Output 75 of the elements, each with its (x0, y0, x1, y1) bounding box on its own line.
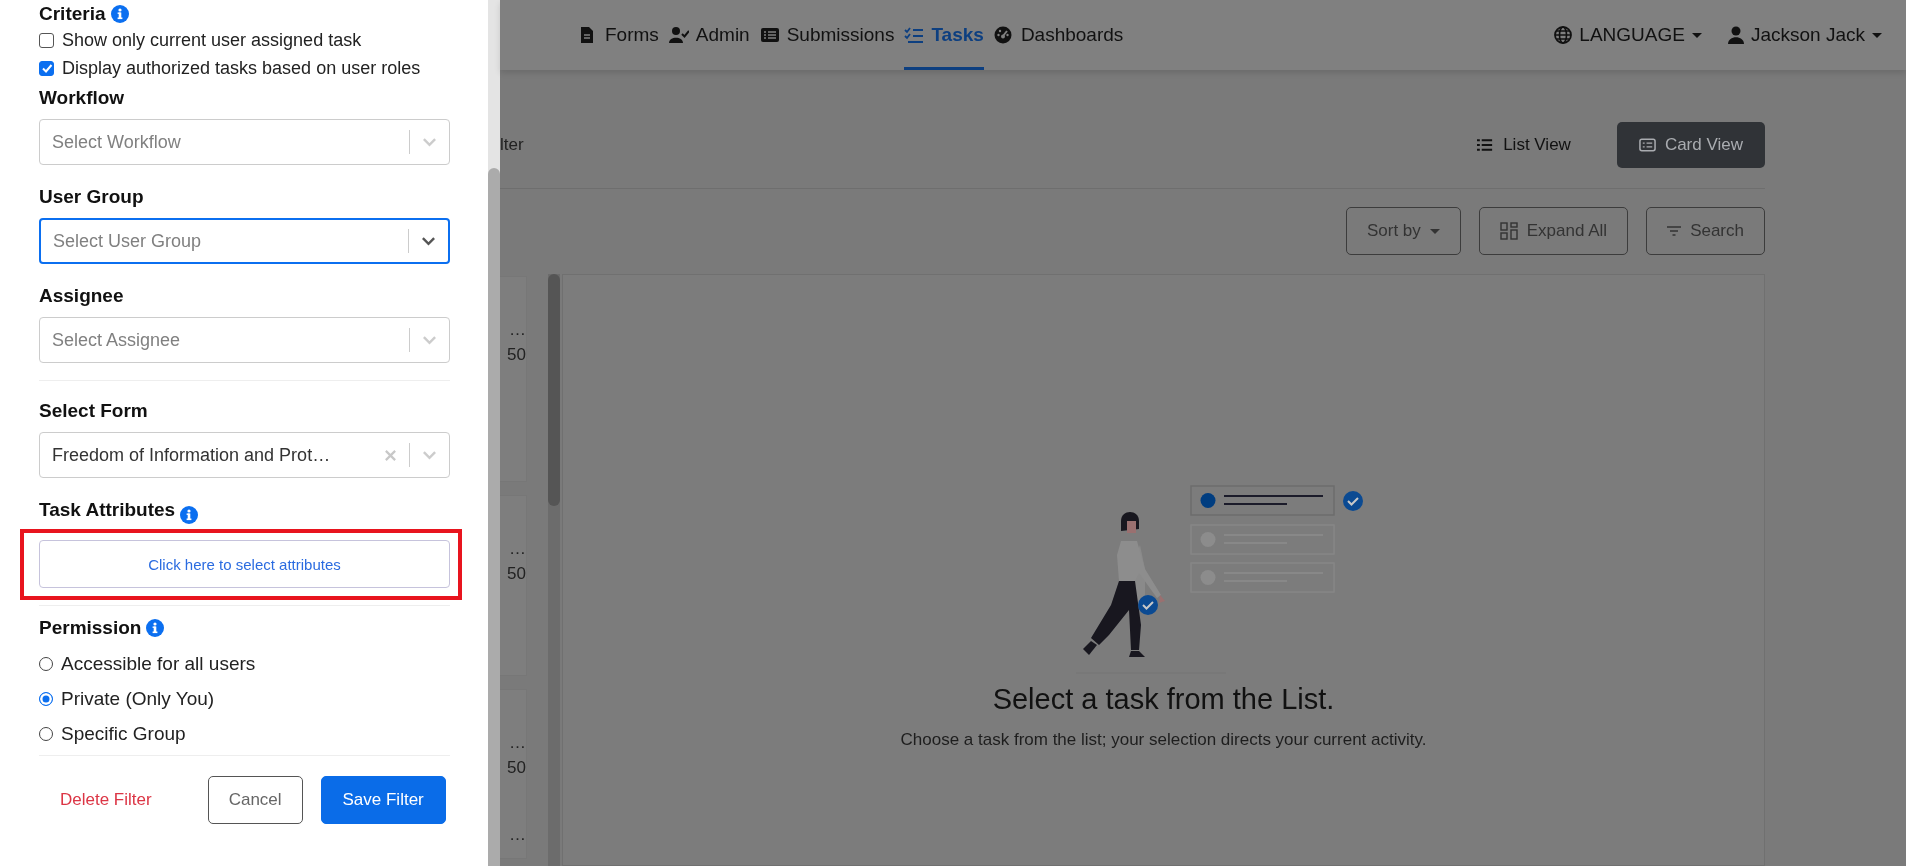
card-text: … (509, 732, 526, 754)
chevron-down-icon (421, 236, 436, 246)
scrollbar-thumb[interactable] (548, 274, 560, 506)
view-toggle-button[interactable]: Card View (1616, 122, 1765, 168)
select-field[interactable]: Freedom of Information and Prot… (39, 432, 450, 478)
list-icon (759, 26, 780, 44)
nav-link[interactable]: Tasks (904, 0, 984, 70)
clear-icon (384, 448, 397, 462)
delete-filter-link[interactable]: Delete Filter (60, 776, 152, 824)
toolbar-button[interactable]: Sort by (1345, 207, 1461, 255)
info-icon (180, 505, 199, 524)
card-text: 50 (507, 344, 526, 366)
caret-icon (1429, 228, 1440, 234)
nav-link[interactable]: Submissions (759, 0, 895, 70)
select-field[interactable]: Select User Group (39, 218, 450, 264)
nav-link[interactable]: Admin (668, 0, 750, 70)
card-text: 50 (507, 563, 526, 585)
field-label: Workflow (39, 86, 126, 110)
card-text: … (509, 538, 526, 560)
field-label: User Group (39, 185, 145, 209)
card-text: … (509, 319, 526, 341)
field-label: Select Form (39, 399, 149, 423)
task-card[interactable]: … 50 … (500, 689, 527, 859)
field-label: Assignee (39, 284, 125, 308)
user-icon (1727, 26, 1744, 44)
toolbar-button[interactable]: Expand All (1478, 207, 1629, 255)
caret-icon (1691, 32, 1702, 38)
task-card[interactable]: … 50 (500, 495, 527, 676)
card-text: … (509, 824, 526, 846)
card-list-icon (1638, 138, 1656, 152)
scrollbar[interactable] (488, 0, 500, 866)
chevron-down-icon (422, 137, 437, 147)
radio-button[interactable] (39, 656, 53, 671)
toolbar-button[interactable]: Search (1646, 207, 1765, 255)
scrollbar[interactable] (548, 274, 560, 866)
user-menu[interactable]: Jackson Jack (1727, 0, 1882, 70)
chevron-down-icon (422, 335, 437, 345)
checkbox-label: Show only current user assigned task (62, 29, 362, 52)
section-title: Criteria (39, 2, 106, 26)
select-attributes-button[interactable]: Click here to select attributes (39, 540, 450, 588)
filter-label: lter (500, 135, 524, 155)
field-label: Task Attributes (39, 498, 176, 522)
radio-button[interactable] (39, 691, 53, 706)
select-field[interactable]: Select Workflow (39, 119, 450, 165)
caret-icon (1872, 32, 1882, 38)
list-icon (1477, 138, 1495, 152)
info-icon (146, 619, 165, 637)
view-toggle-button[interactable]: List View (1455, 122, 1593, 168)
select-field[interactable]: Select Assignee (39, 317, 450, 363)
grid-icon (1499, 222, 1518, 240)
scrollbar-thumb[interactable] (488, 168, 500, 866)
task-card[interactable]: … 50 (500, 276, 527, 482)
checkbox-label: Display authorized tasks based on user roles (62, 57, 421, 80)
checkbox[interactable] (39, 32, 54, 48)
empty-state-title: Select a task from the List. (992, 683, 1335, 716)
chevron-down-icon (422, 450, 437, 460)
checklist-icon (904, 26, 925, 44)
radio-button[interactable] (39, 726, 53, 741)
gauge-icon (993, 26, 1014, 44)
user-check-icon (668, 26, 689, 44)
radio-label: Accessible for all users (61, 652, 256, 676)
cancel-button[interactable]: Cancel (207, 776, 303, 824)
empty-state-message: Choose a task from the list; your selection directs your current activity. (900, 730, 1427, 750)
nav-link[interactable]: Forms (578, 0, 659, 70)
filter-lines-icon (1667, 226, 1682, 236)
language-menu[interactable]: LANGUAGE (1554, 0, 1702, 70)
card-text: 50 (507, 757, 526, 779)
info-icon (110, 5, 129, 23)
checkbox[interactable] (39, 60, 54, 76)
globe-icon (1554, 26, 1573, 44)
save-filter-button[interactable]: Save Filter (320, 776, 446, 824)
nav-link[interactable]: Dashboards (993, 0, 1124, 70)
section-title: Permission (39, 616, 142, 640)
radio-label: Specific Group (61, 722, 186, 746)
radio-label: Private (Only You) (61, 687, 215, 711)
